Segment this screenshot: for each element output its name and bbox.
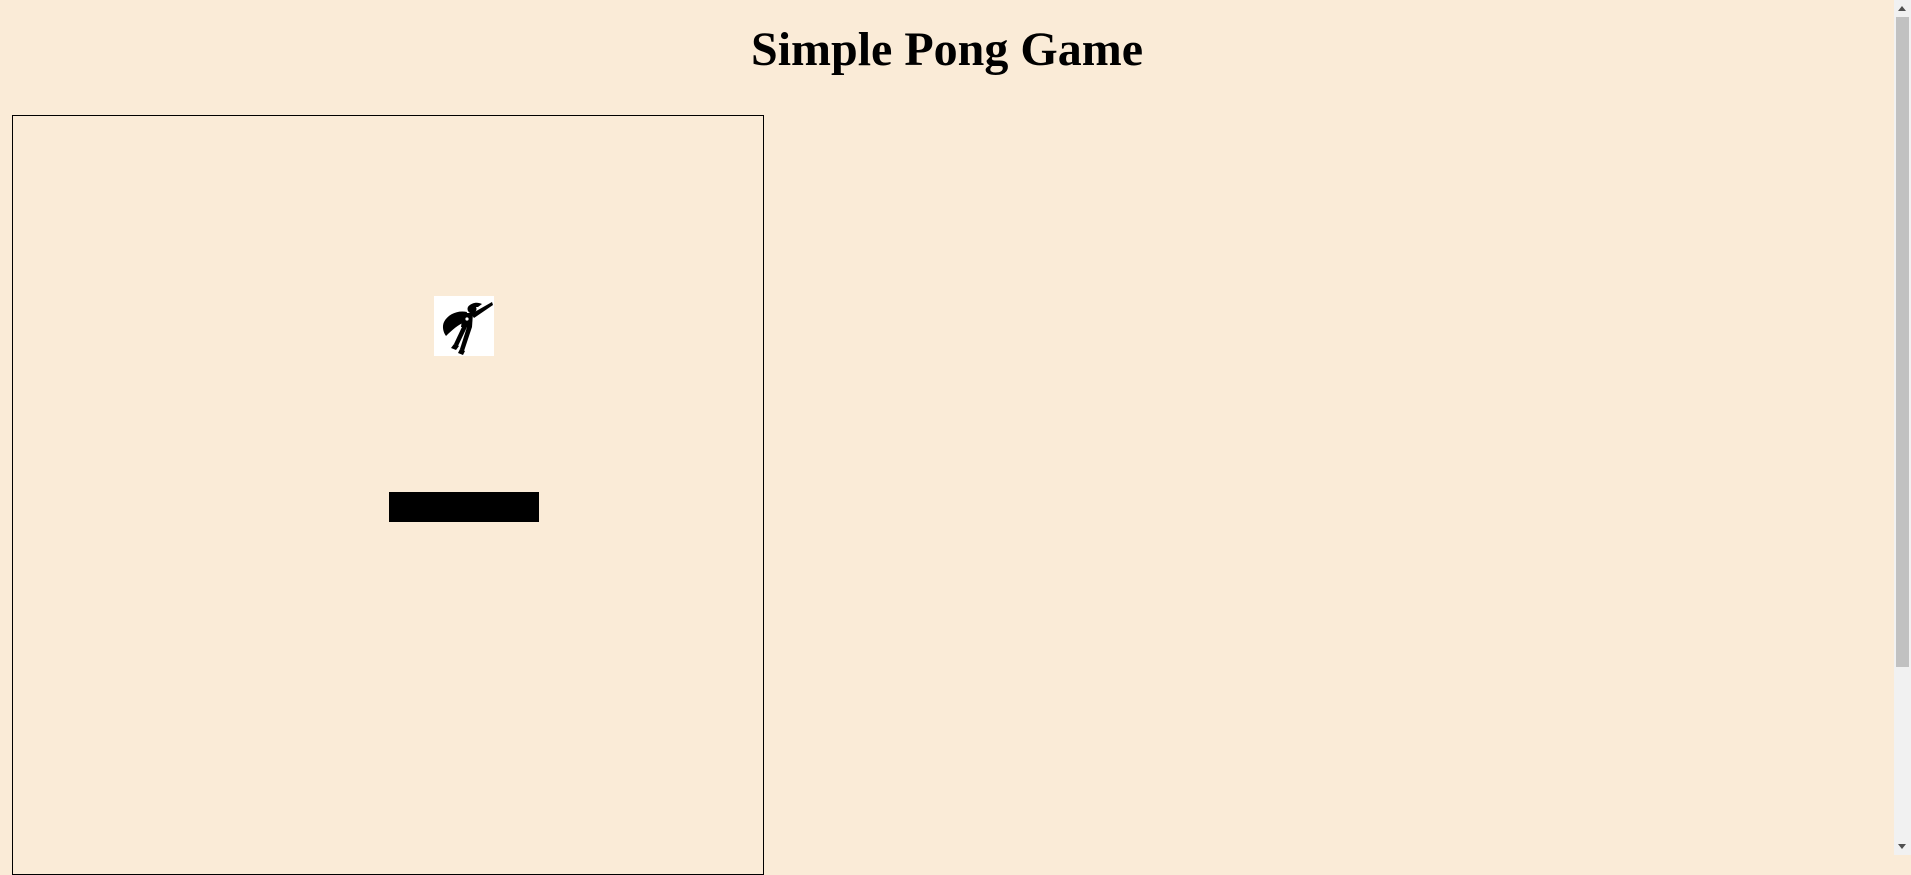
ball — [434, 296, 494, 356]
vertical-scrollbar[interactable] — [1894, 0, 1911, 855]
scrollbar-thumb[interactable] — [1896, 17, 1909, 667]
scroll-down-arrow-icon[interactable] — [1894, 838, 1911, 855]
superhero-icon — [434, 296, 494, 356]
page: Simple Pong Game — [0, 0, 1894, 875]
game-board[interactable] — [12, 115, 764, 875]
scroll-up-arrow-icon[interactable] — [1894, 0, 1911, 17]
page-title: Simple Pong Game — [751, 23, 1143, 76]
paddle[interactable] — [389, 492, 539, 522]
